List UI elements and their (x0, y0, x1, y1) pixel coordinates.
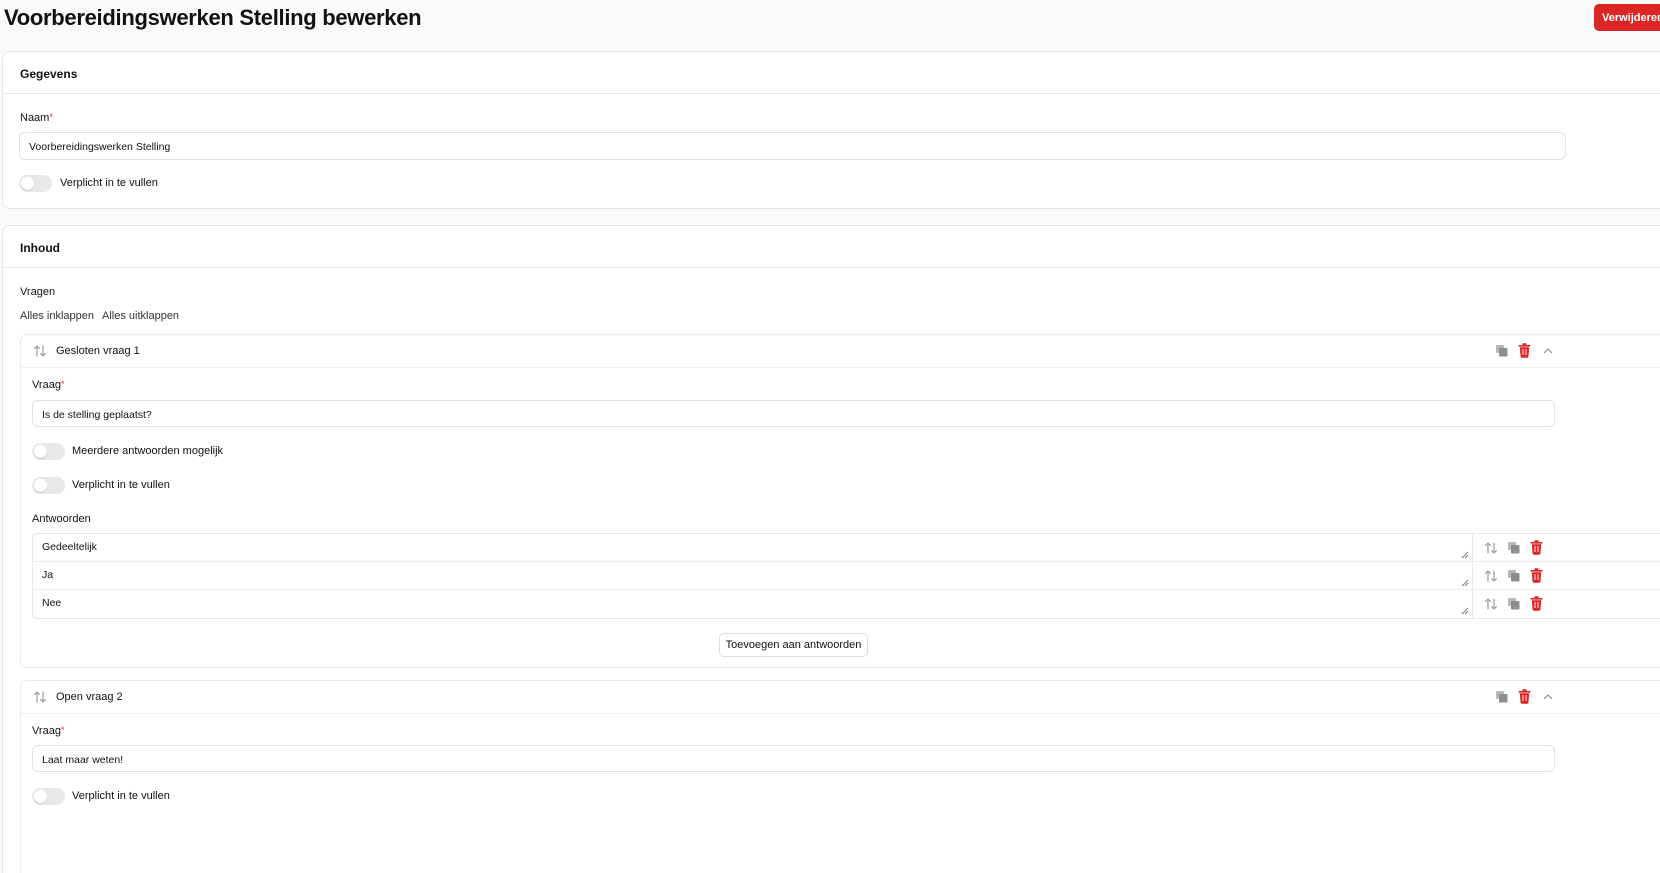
answer-row: Nee (33, 590, 1660, 618)
answer-divider (1472, 590, 1473, 618)
collapse-all-link[interactable]: Alles inklappen (20, 310, 94, 322)
gegevens-card-title: Gegevens (3, 52, 1660, 94)
answer-row: Gedeeltelijk (33, 534, 1660, 562)
inhoud-card-title: Inhoud (3, 226, 1660, 268)
copy-icon[interactable] (1507, 541, 1521, 555)
expand-all-link[interactable]: Alles uitklappen (102, 310, 179, 322)
required-toggle[interactable] (32, 477, 65, 494)
question-card: Gesloten vraag 1 Vraag* Is de stelling g… (20, 334, 1660, 668)
sort-arrows-icon[interactable] (33, 344, 47, 358)
question-title: Open vraag 2 (56, 691, 123, 703)
required-toggle[interactable] (19, 175, 52, 192)
name-input[interactable]: Voorbereidingswerken Stelling (19, 132, 1566, 160)
name-label-text: Naam (20, 112, 50, 124)
question-input[interactable]: Is de stelling geplaatst? (32, 400, 1555, 427)
trash-icon[interactable] (1518, 689, 1531, 704)
answer-divider (1472, 534, 1473, 561)
resize-handle-icon[interactable] (1461, 579, 1469, 587)
question-label: Vraag* (32, 725, 64, 737)
copy-icon[interactable] (1495, 690, 1509, 704)
questions-label: Vragen (20, 286, 56, 298)
copy-icon[interactable] (1507, 597, 1521, 611)
name-label: Naam* (20, 112, 53, 124)
question-title: Gesloten vraag 1 (56, 345, 140, 357)
inhoud-card: Inhoud Vragen Alles inklappen Alles uitk… (2, 225, 1660, 873)
question-input[interactable]: Laat maar weten! (32, 745, 1555, 772)
chevron-up-icon[interactable] (1543, 693, 1553, 701)
sort-arrows-icon[interactable] (1484, 541, 1498, 555)
question-card: Open vraag 2 Vraag* Laat maar weten! Ver… (20, 680, 1660, 873)
multiple-answers-toggle[interactable] (32, 443, 65, 460)
sort-arrows-icon[interactable] (33, 690, 47, 704)
answer-input[interactable]: Ja (42, 569, 53, 581)
trash-icon[interactable] (1530, 540, 1543, 555)
multiple-answers-label: Meerdere antwoorden mogelijk (72, 445, 224, 457)
required-marker: * (60, 379, 65, 389)
question-header[interactable]: Gesloten vraag 1 (21, 335, 1660, 368)
page-title: Voorbereidingswerken Stelling bewerken (4, 5, 422, 30)
question-label-text: Vraag (32, 725, 61, 737)
delete-button[interactable]: Verwijderen (1594, 4, 1660, 31)
copy-icon[interactable] (1495, 344, 1509, 358)
sort-arrows-icon[interactable] (1484, 597, 1498, 611)
answers-list: Gedeeltelijk Ja Nee (32, 533, 1660, 619)
question-label: Vraag* (32, 379, 64, 391)
chevron-up-icon[interactable] (1543, 347, 1553, 355)
add-answer-button[interactable]: Toevoegen aan antwoorden (719, 633, 868, 657)
required-toggle-label: Verplicht in te vullen (60, 177, 158, 189)
answer-divider (1472, 562, 1473, 589)
answer-input[interactable]: Nee (42, 597, 61, 609)
answer-input[interactable]: Gedeeltelijk (42, 541, 97, 553)
required-toggle-label: Verplicht in te vullen (72, 790, 170, 802)
required-toggle-label: Verplicht in te vullen (72, 479, 170, 491)
gegevens-card: Gegevens Naam* Voorbereidingswerken Stel… (2, 51, 1660, 209)
trash-icon[interactable] (1518, 343, 1531, 358)
answer-row: Ja (33, 562, 1660, 590)
sort-arrows-icon[interactable] (1484, 569, 1498, 583)
resize-handle-icon[interactable] (1461, 607, 1469, 615)
question-header[interactable]: Open vraag 2 (21, 681, 1660, 714)
required-toggle[interactable] (32, 788, 65, 805)
required-marker: * (49, 112, 53, 122)
question-label-text: Vraag (32, 379, 61, 391)
trash-icon[interactable] (1530, 568, 1543, 583)
copy-icon[interactable] (1507, 569, 1521, 583)
trash-icon[interactable] (1530, 596, 1543, 611)
required-marker: * (60, 725, 65, 735)
resize-handle-icon[interactable] (1461, 551, 1469, 559)
answers-label: Antwoorden (32, 513, 91, 525)
